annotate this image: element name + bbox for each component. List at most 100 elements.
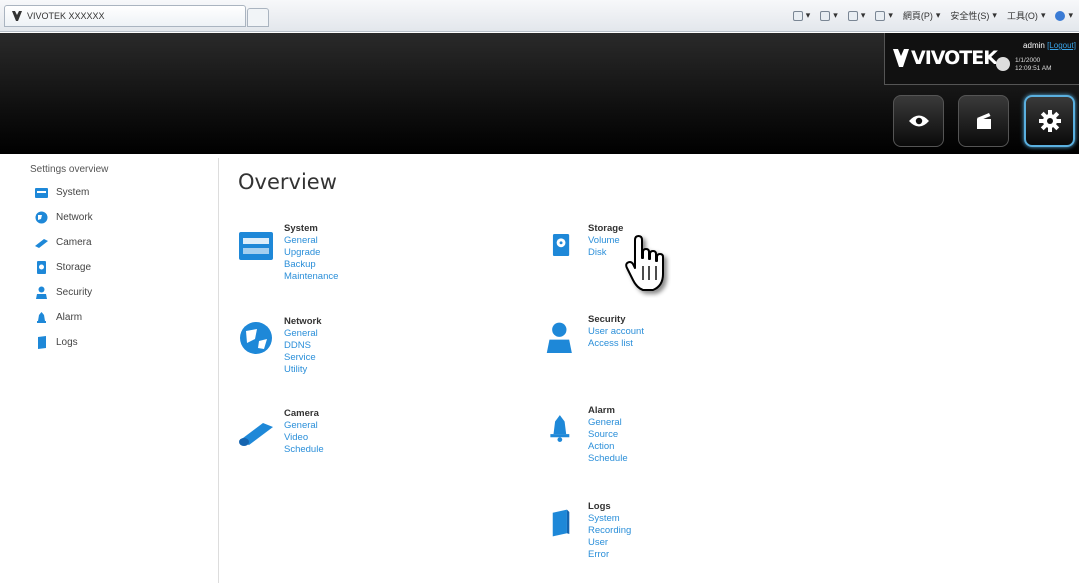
globe-icon [996,57,1010,71]
print-icon [875,10,886,21]
link-camera-general[interactable]: General [284,420,318,431]
network-icon [240,322,272,354]
link-camera-video[interactable]: Video [284,432,308,443]
vivotek-logo-icon [893,49,909,67]
eye-icon [908,115,929,127]
group-network: Network General DDNS Service Utility [237,315,437,385]
sidebar-item-camera[interactable]: Camera [35,234,92,250]
new-tab-button[interactable] [247,8,269,27]
link-logs-user[interactable]: User [588,537,608,548]
sidebar-item-network[interactable]: Network [35,209,93,225]
browser-tab[interactable]: VIVOTEK XXXXXX [4,5,246,27]
username: admin [1023,41,1045,50]
feeds-button[interactable]: ▾ [820,9,838,22]
link-security-access-list[interactable]: Access list [588,338,633,349]
brand-logo: VIVOTEK [911,47,998,69]
link-camera-schedule[interactable]: Schedule [284,444,324,455]
link-network-general[interactable]: General [284,328,318,339]
sidebar: Settings overview System Network Camera … [0,154,218,583]
sidebar-item-label: Security [56,286,93,298]
user-info: admin [Logout] [1023,41,1076,50]
mail-icon [847,10,858,21]
home-icon [792,10,803,21]
storage-icon [552,233,570,257]
print-button[interactable]: ▾ [875,9,893,22]
page-menu[interactable]: 網頁(P) ▾ [903,9,941,22]
logout-link[interactable]: [Logout] [1047,41,1076,50]
command-bar: ▾ ▾ ▾ ▾ 網頁(P) ▾ 安全性(S) ▾ 工具(O) ▾ ▾ [792,9,1073,22]
system-icon [35,187,48,198]
logs-icon [38,335,46,349]
live-view-button[interactable] [893,95,944,147]
link-system-maintenance[interactable]: Maintenance [284,271,338,282]
vivotek-favicon-icon [12,11,22,21]
link-system-general[interactable]: General [284,235,318,246]
sidebar-item-label: Camera [56,236,92,248]
network-icon [35,211,48,223]
clapperboard-icon [976,113,991,129]
group-camera: Camera General Video Schedule [237,407,437,467]
gear-icon [1038,110,1061,132]
link-alarm-source[interactable]: Source [588,429,618,440]
sidebar-item-logs[interactable]: Logs [35,334,78,350]
alarm-icon [550,415,570,442]
sidebar-item-storage[interactable]: Storage [35,259,91,275]
sidebar-item-alarm[interactable]: Alarm [35,309,82,325]
group-logs: Logs System Recording User Error [548,500,748,570]
sidebar-item-label: Network [56,211,93,223]
link-logs-system[interactable]: System [588,513,620,524]
sidebar-item-system[interactable]: System [35,184,89,200]
sidebar-item-label: Logs [56,336,78,348]
playback-button[interactable] [958,95,1009,147]
link-alarm-action[interactable]: Action [588,441,614,452]
settings-button[interactable] [1024,95,1075,147]
home-button[interactable]: ▾ [792,9,810,22]
camera-icon [239,423,273,446]
link-network-utility[interactable]: Utility [284,364,307,375]
tab-title: VIVOTEK XXXXXX [27,11,105,21]
link-network-ddns[interactable]: DDNS [284,340,311,351]
alarm-icon [37,311,46,323]
help-icon [1055,10,1066,21]
link-logs-error[interactable]: Error [588,549,609,560]
tools-menu[interactable]: 工具(O) ▾ [1007,9,1046,22]
brand-panel: VIVOTEK admin [Logout] 1/1/2000 12:09:51… [884,33,1079,85]
link-system-upgrade[interactable]: Upgrade [284,247,320,258]
help-button[interactable]: ▾ [1055,9,1073,22]
storage-icon [37,260,46,274]
security-icon [36,286,47,299]
time-text: 12:09:51 AM [1015,65,1052,72]
camera-icon [35,238,48,248]
group-title: Camera [284,408,319,419]
safety-menu[interactable]: 安全性(S) ▾ [950,9,997,22]
group-title: Logs [588,501,611,512]
sidebar-item-label: Storage [56,261,92,273]
link-logs-recording[interactable]: Recording [588,525,631,536]
mail-button[interactable]: ▾ [847,9,865,22]
sidebar-item-label: System [56,186,90,198]
link-network-service[interactable]: Service [284,352,316,363]
link-security-user-account[interactable]: User account [588,326,644,337]
group-title: Network [284,316,322,327]
link-system-backup[interactable]: Backup [284,259,316,270]
app-header: VIVOTEK admin [Logout] 1/1/2000 12:09:51… [0,33,1079,154]
group-title: Alarm [588,405,615,416]
browser-toolbar: VIVOTEK XXXXXX ▾ ▾ ▾ ▾ 網頁(P) ▾ 安全性(S) ▾ 工具… [0,0,1079,32]
group-title: Storage [588,223,624,234]
link-storage-volume[interactable]: Volume [588,235,620,246]
sidebar-item-label: Alarm [56,311,83,323]
group-title: Security [588,314,626,325]
page-title: Overview [238,170,337,194]
sidebar-divider [218,158,219,583]
group-security: Security User account Access list [545,313,745,363]
logs-icon [552,509,570,537]
link-storage-disk[interactable]: Disk [588,247,606,258]
hand-pointer-cursor-icon [625,235,664,291]
sidebar-item-security[interactable]: Security [35,284,92,300]
link-alarm-general[interactable]: General [588,417,622,428]
date-text: 1/1/2000 [1015,57,1041,64]
group-system: System General Upgrade Backup Maintenanc… [237,222,437,292]
link-alarm-schedule[interactable]: Schedule [588,453,628,464]
clock: 1/1/2000 12:09:51 AM [1015,57,1052,73]
group-alarm: Alarm General Source Action Schedule [548,404,748,474]
